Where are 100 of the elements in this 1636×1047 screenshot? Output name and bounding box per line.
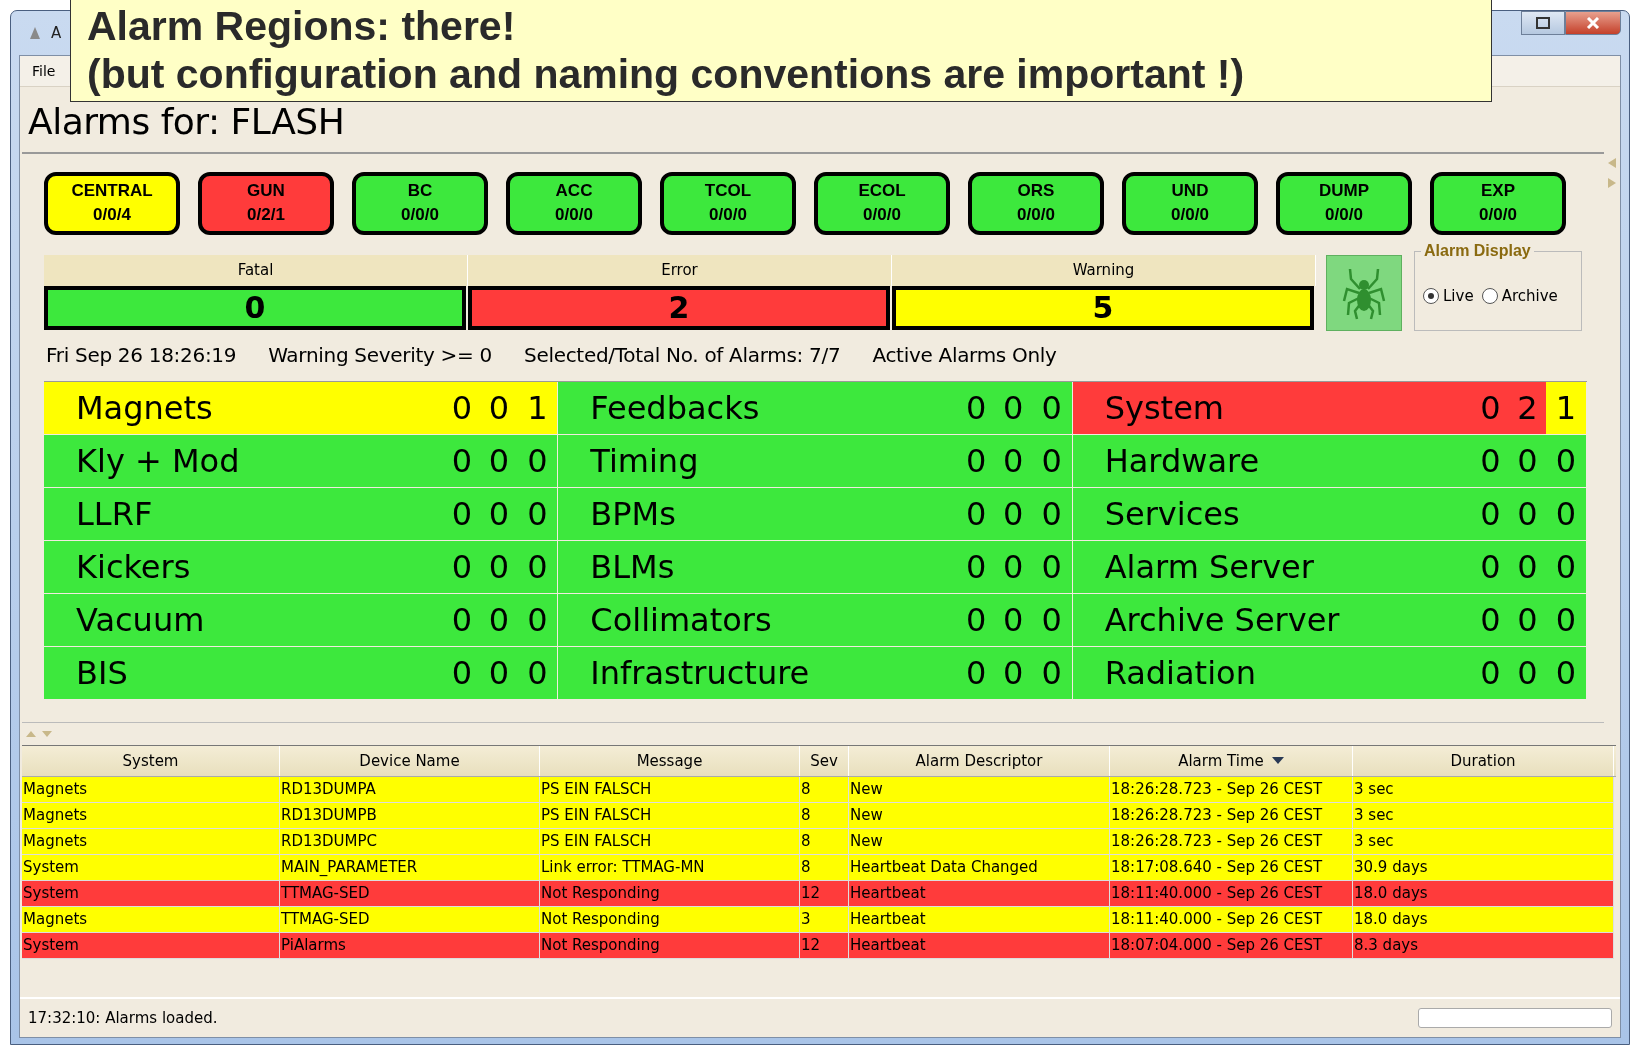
callout-text: (but configuration and naming conventions are important !): [87, 50, 1246, 98]
subsystem-name: BIS: [76, 653, 129, 692]
table-cell: 8.3 days: [1353, 932, 1614, 958]
region-button[interactable]: ORS 0/0/0: [968, 171, 1104, 235]
table-cell: 8: [800, 776, 849, 802]
region-button[interactable]: EXP 0/0/0: [1430, 171, 1566, 235]
maximize-button[interactable]: [1521, 11, 1565, 35]
subsystem-cell[interactable]: Timing 0 0 0: [558, 434, 1073, 488]
table-cell: System: [22, 932, 280, 958]
alarm-count: 0: [1001, 546, 1025, 588]
subsystem-cell[interactable]: Alarm Server 0 0 0: [1072, 540, 1587, 594]
radio-button[interactable]: [1423, 287, 1439, 304]
alarm-row[interactable]: Magnets RD13DUMPC PS EIN FALSCH 8 New 18:26:28.723 - Sep 26 CEST 3 sec: [22, 828, 1614, 855]
column-header[interactable]: Sev: [800, 745, 849, 776]
alarm-count: 0: [1040, 387, 1063, 429]
alarm-count: 0: [1001, 440, 1025, 482]
table-cell: 30.9 days: [1353, 854, 1614, 880]
radio-option[interactable]: Archive: [1481, 286, 1558, 305]
page-heading: Alarms for: FLASH: [27, 99, 346, 144]
alarm-count: 0: [964, 599, 988, 641]
subsystem-cell[interactable]: Infrastructure 0 0 0: [558, 646, 1073, 700]
table-cell: 18:26:28.723 - Sep 26 CEST: [1110, 802, 1353, 828]
table-cell: Heartbeat: [849, 932, 1110, 958]
alarm-row[interactable]: System MAIN_PARAMETER Link error: TTMAG-MN 8 Heartbeat Data Changed 18:17:08.640 - Sep 26 CEST 30.9 days: [22, 854, 1614, 881]
subsystem-name: Collimators: [590, 600, 773, 639]
region-button[interactable]: UND 0/0/0: [1122, 171, 1258, 235]
app-icon: [27, 25, 43, 41]
region-button[interactable]: ECOL 0/0/0: [814, 171, 950, 235]
region-button[interactable]: GUN 0/2/1: [198, 171, 334, 235]
table-cell: 18:17:08.640 - Sep 26 CEST: [1110, 854, 1353, 880]
subsystem-cell[interactable]: Services 0 0 0: [1072, 487, 1587, 541]
menu-item[interactable]: File: [28, 60, 60, 81]
column-header[interactable]: System: [22, 745, 280, 776]
column-header[interactable]: Device Name: [280, 745, 540, 776]
column-header[interactable]: Alarm Time: [1110, 745, 1353, 776]
alarm-count: 0: [1516, 493, 1539, 535]
subsystem-cell[interactable]: Kickers 0 0 0: [44, 540, 559, 594]
info-text: Selected/Total No. of Alarms: 7/7: [524, 342, 841, 367]
subsystem-cell[interactable]: Kly + Mod 0 0 0: [44, 434, 559, 488]
alarm-count: 0: [1479, 493, 1502, 535]
subsystem-cell[interactable]: Collimators 0 0 0: [558, 593, 1073, 647]
subsystem-name: System: [1104, 388, 1225, 427]
info-text: Warning Severity >= 0: [268, 342, 492, 367]
table-cell: System: [22, 854, 280, 880]
alarm-row[interactable]: System PiAlarms Not Responding 12 Heartbeat 18:07:04.000 - Sep 26 CEST 8.3 days: [22, 932, 1614, 959]
radio-option[interactable]: Live: [1423, 286, 1474, 305]
region-button[interactable]: TCOL 0/0/0: [660, 171, 796, 235]
alarm-row[interactable]: System TTMAG-SED Not Responding 12 Heartbeat 18:11:40.000 - Sep 26 CEST 18.0 days: [22, 880, 1614, 907]
column-header[interactable]: Alarm Descriptor: [849, 745, 1110, 776]
radio-button[interactable]: [1481, 287, 1498, 304]
table-cell: New: [849, 828, 1110, 854]
table-cell: Magnets: [22, 906, 280, 932]
table-cell: 12: [800, 932, 849, 958]
subsystem-cell[interactable]: Hardware 0 0 0: [1072, 434, 1587, 488]
window-title: A: [51, 24, 62, 42]
alarm-count: 0: [487, 546, 510, 588]
table-cell: 18:26:28.723 - Sep 26 CEST: [1110, 776, 1353, 802]
subsystem-name: Hardware: [1104, 441, 1261, 480]
alarm-row[interactable]: Magnets RD13DUMPB PS EIN FALSCH 8 New 18:26:28.723 - Sep 26 CEST 3 sec: [22, 802, 1614, 829]
region-button[interactable]: ACC 0/0/0: [506, 171, 642, 235]
alarm-count: 0: [450, 493, 473, 535]
alarm-count: 0: [1001, 599, 1025, 641]
subsystem-cell[interactable]: BIS 0 0 0: [44, 646, 559, 700]
table-cell: 8: [800, 828, 849, 854]
region-button[interactable]: DUMP 0/0/0: [1276, 171, 1412, 235]
table-cell: 18.0 days: [1353, 906, 1614, 932]
region-button[interactable]: BC 0/0/0: [352, 171, 488, 235]
subsystem-cell[interactable]: Feedbacks 0 0 0: [558, 381, 1073, 435]
table-cell: 18:26:28.723 - Sep 26 CEST: [1110, 828, 1353, 854]
subsystem-name: LLRF: [76, 494, 154, 533]
alarm-count: 0: [487, 387, 510, 429]
column-header[interactable]: Message: [540, 745, 800, 776]
subsystem-cell[interactable]: System 0 2 1: [1072, 381, 1587, 435]
table-cell: Not Responding: [540, 880, 800, 906]
table-cell: PS EIN FALSCH: [540, 776, 800, 802]
alarm-count: 0: [964, 546, 988, 588]
alarm-row[interactable]: Magnets RD13DUMPA PS EIN FALSCH 8 New 18:26:28.723 - Sep 26 CEST 3 sec: [22, 776, 1614, 803]
table-cell: Heartbeat: [849, 880, 1110, 906]
region-button[interactable]: CENTRAL 0/0/4: [44, 171, 180, 235]
alarm-row[interactable]: Magnets TTMAG-SED Not Responding 3 Heartbeat 18:11:40.000 - Sep 26 CEST 18.0 days: [22, 906, 1614, 933]
alarm-count: 0: [1554, 493, 1578, 535]
subsystem-name: Kly + Mod: [76, 441, 241, 480]
subsystem-cell[interactable]: Magnets 0 0 1: [44, 381, 559, 435]
table-cell: 3 sec: [1353, 828, 1614, 854]
severity-header: Warning: [892, 254, 1316, 286]
alarm-count: 0: [1040, 652, 1063, 694]
subsystem-cell[interactable]: Radiation 0 0 0: [1072, 646, 1587, 700]
alarm-count: 0: [1479, 440, 1502, 482]
alarm-count: 0: [1516, 652, 1539, 694]
subsystem-cell[interactable]: BLMs 0 0 0: [558, 540, 1073, 594]
subsystem-cell[interactable]: Vacuum 0 0 0: [44, 593, 559, 647]
table-cell: 3 sec: [1353, 802, 1614, 828]
subsystem-name: BPMs: [590, 494, 677, 533]
info-text: Fri Sep 26 18:26:19: [46, 342, 237, 367]
subsystem-cell[interactable]: Archive Server 0 0 0: [1072, 593, 1587, 647]
alarm-count: 0: [1516, 599, 1539, 641]
subsystem-cell[interactable]: BPMs 0 0 0: [558, 487, 1073, 541]
column-header[interactable]: Duration: [1353, 745, 1614, 776]
close-button[interactable]: [1565, 11, 1621, 35]
subsystem-cell[interactable]: LLRF 0 0 0: [44, 487, 559, 541]
